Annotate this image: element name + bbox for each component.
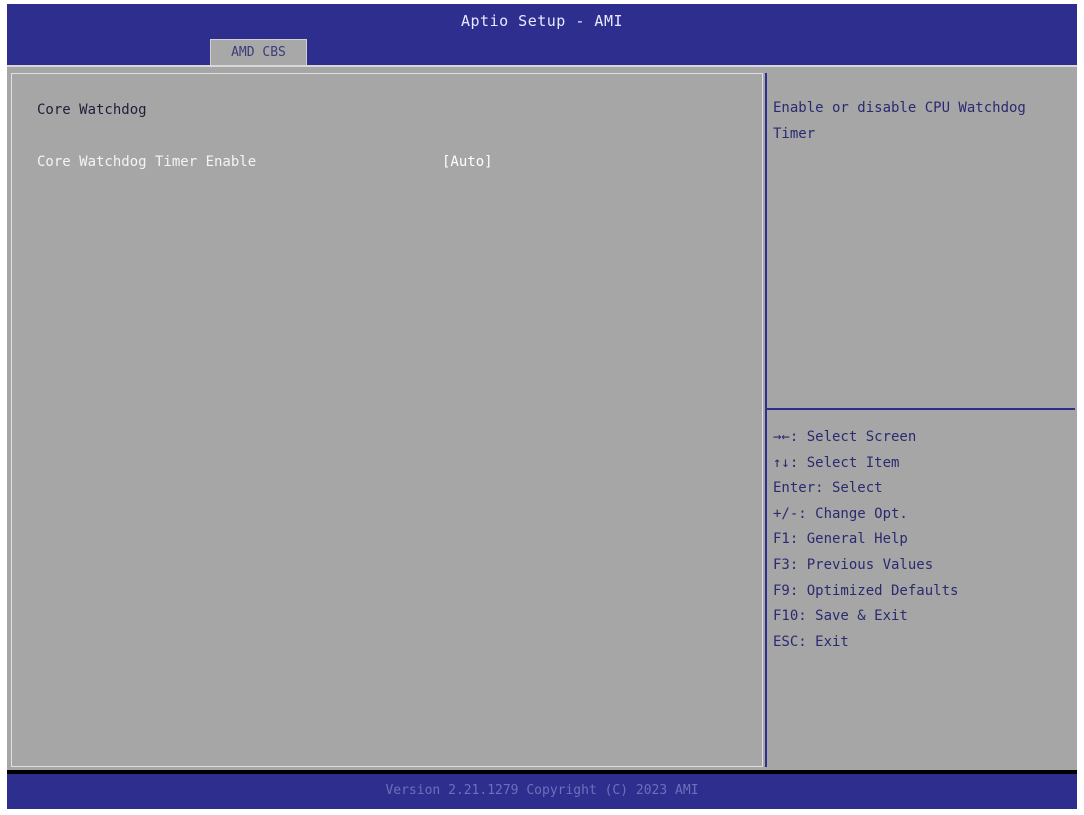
footer-version-text: Version 2.21.1279 Copyright (C) 2023 AMI: [385, 783, 699, 798]
key-select-screen: →←: Select Screen: [773, 429, 917, 445]
section-title: Core Watchdog: [37, 102, 147, 118]
key-previous-values: F3: Previous Values: [773, 556, 934, 573]
key-enter: Enter: Select: [773, 480, 883, 497]
key-general-help: F1: General Help: [773, 531, 908, 548]
footer-bar: Version 2.21.1279 Copyright (C) 2023 AMI: [7, 770, 1077, 809]
setting-core-watchdog-timer-enable[interactable]: Core Watchdog Timer Enable [Auto]: [37, 154, 737, 176]
key-change-opt: +/-: Change Opt.: [773, 505, 908, 522]
header-bar: Aptio Setup - AMI AMD CBS: [7, 4, 1077, 65]
setting-value[interactable]: [Auto]: [442, 154, 493, 170]
settings-pane: Core Watchdog Core Watchdog Timer Enable…: [11, 73, 763, 767]
bios-screen: Aptio Setup - AMI AMD CBS Core Watchdog …: [7, 4, 1077, 809]
key-select-item: ↑↓: Select Item: [773, 454, 900, 471]
setting-label: Core Watchdog Timer Enable: [37, 154, 257, 170]
key-save-exit: F10: Save & Exit: [773, 608, 908, 625]
help-pane: Enable or disable CPU Watchdog Timer →←:…: [765, 73, 1075, 767]
key-legend: →←: Select Screen ↑↓: Select Item Enter:…: [773, 425, 1068, 655]
key-optimized-defaults: F9: Optimized Defaults: [773, 582, 959, 599]
help-divider: [767, 408, 1075, 410]
app-title: Aptio Setup - AMI: [460, 12, 624, 30]
key-esc-exit: ESC: Exit: [773, 633, 849, 650]
body-area: Core Watchdog Core Watchdog Timer Enable…: [7, 65, 1077, 770]
help-description: Enable or disable CPU Watchdog Timer: [773, 100, 1026, 142]
tab-amd-cbs[interactable]: AMD CBS: [210, 39, 307, 65]
